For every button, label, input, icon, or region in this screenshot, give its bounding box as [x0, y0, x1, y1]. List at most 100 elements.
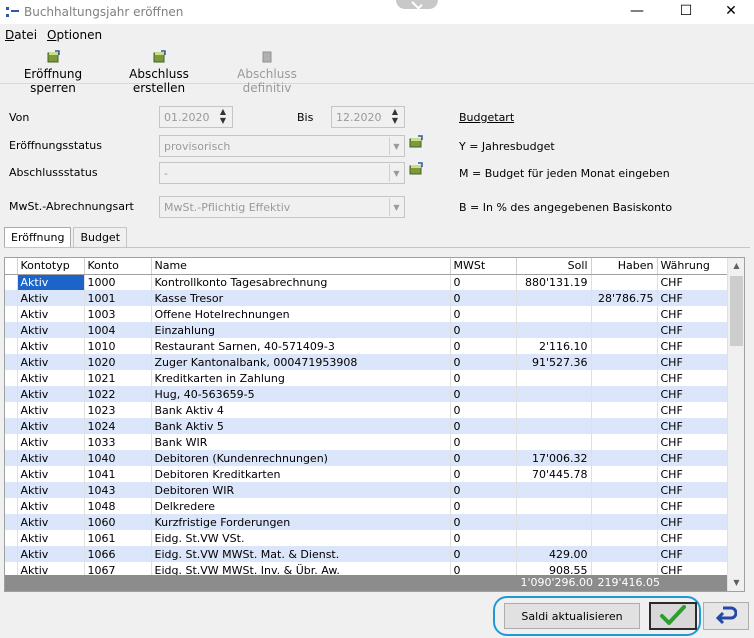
cell-kontotyp[interactable]: Aktiv: [17, 514, 85, 530]
table-row[interactable]: Aktiv 1001 Kasse Tresor 0 28'786.75 CHF: [5, 290, 728, 306]
cell-haben[interactable]: [591, 354, 658, 370]
final-closing-button[interactable]: Abschluss definitiv: [215, 48, 319, 95]
cell-mwst[interactable]: 0: [450, 386, 517, 402]
cell-konto[interactable]: 1033: [84, 434, 152, 450]
table-row[interactable]: Aktiv 1000 Kontrollkonto Tagesabrechnung 0 8…: [5, 274, 728, 290]
cell-konto[interactable]: 1020: [84, 354, 152, 370]
cell-konto[interactable]: 1066: [84, 546, 152, 562]
table-row[interactable]: Aktiv 1060 Kurzfristige Forderungen 0 CHF: [5, 514, 728, 530]
column-header-haben[interactable]: Haben: [591, 258, 658, 275]
cell-haben[interactable]: [591, 306, 658, 322]
cell-mwst[interactable]: 0: [450, 370, 517, 386]
eroeffnungsstatus-select[interactable]: provisorisch ▼: [159, 135, 405, 157]
cell-kontotyp[interactable]: Aktiv: [17, 322, 85, 338]
cell-haben[interactable]: [591, 498, 658, 514]
cell-soll[interactable]: 2'116.10: [516, 338, 592, 354]
book-arrow-icon[interactable]: [408, 135, 424, 149]
cell-kontotyp[interactable]: Aktiv: [17, 402, 85, 418]
cell-soll[interactable]: [516, 386, 592, 402]
cell-kontotyp[interactable]: Aktiv: [17, 386, 85, 402]
cell-mwst[interactable]: 0: [450, 482, 517, 498]
menu-datei[interactable]: Datei: [0, 26, 42, 44]
cell-mwst[interactable]: 0: [450, 290, 517, 306]
cell-waehrung[interactable]: CHF: [657, 450, 728, 466]
cell-kontotyp[interactable]: Aktiv: [17, 354, 85, 370]
cell-konto[interactable]: 1022: [84, 386, 152, 402]
vertical-scrollbar[interactable]: ▲ ▼: [727, 258, 744, 591]
cell-waehrung[interactable]: CHF: [657, 530, 728, 546]
cell-kontotyp[interactable]: Aktiv: [17, 434, 85, 450]
cell-name[interactable]: Debitoren WIR: [151, 482, 451, 498]
cell-waehrung[interactable]: CHF: [657, 498, 728, 514]
cell-konto[interactable]: 1001: [84, 290, 152, 306]
cell-soll[interactable]: 429.00: [516, 546, 592, 562]
cell-haben[interactable]: [591, 530, 658, 546]
cell-soll[interactable]: 17'006.32: [516, 450, 592, 466]
cell-waehrung[interactable]: CHF: [657, 290, 728, 306]
cell-konto[interactable]: 1004: [84, 322, 152, 338]
cell-soll[interactable]: [516, 402, 592, 418]
mwst-art-select[interactable]: MwSt.-Pflichtig Effektiv ▼: [159, 196, 405, 218]
scroll-thumb[interactable]: [730, 276, 743, 346]
cell-mwst[interactable]: 0: [450, 498, 517, 514]
table-row[interactable]: Aktiv 1023 Bank Aktiv 4 0 CHF: [5, 402, 728, 418]
collapse-tab-icon[interactable]: [396, 0, 438, 9]
cell-haben[interactable]: [591, 370, 658, 386]
cell-kontotyp[interactable]: Aktiv: [17, 274, 85, 290]
cell-mwst[interactable]: 0: [450, 354, 517, 370]
cell-name[interactable]: Bank Aktiv 4: [151, 402, 451, 418]
cell-haben[interactable]: [591, 322, 658, 338]
close-button[interactable]: ✕: [708, 0, 754, 22]
table-row[interactable]: Aktiv 1066 Eidg. St.VW MWSt. Mat. & Dienst…: [5, 546, 728, 562]
cell-waehrung[interactable]: CHF: [657, 434, 728, 450]
cell-soll[interactable]: 880'131.19: [516, 274, 592, 290]
table-row[interactable]: Aktiv 1033 Bank WIR 0 CHF: [5, 434, 728, 450]
table-row[interactable]: Aktiv 1021 Kreditkarten in Zahlung 0 CHF: [5, 370, 728, 386]
cell-mwst[interactable]: 0: [450, 450, 517, 466]
cell-haben[interactable]: [591, 402, 658, 418]
lock-opening-button[interactable]: Eröffnung sperren: [4, 48, 102, 95]
accounts-grid[interactable]: Kontotyp Konto Name MWSt Soll Haben Währ…: [4, 257, 745, 592]
table-row[interactable]: Aktiv 1010 Restaurant Sarnen, 40-571409-3 0…: [5, 338, 728, 354]
cell-soll[interactable]: [516, 498, 592, 514]
cell-mwst[interactable]: 0: [450, 338, 517, 354]
cell-soll[interactable]: [516, 322, 592, 338]
cell-waehrung[interactable]: CHF: [657, 274, 728, 290]
table-row[interactable]: Aktiv 1024 Bank Aktiv 5 0 CHF: [5, 418, 728, 434]
cell-haben[interactable]: [591, 338, 658, 354]
cell-name[interactable]: Kasse Tresor: [151, 290, 451, 306]
cell-name[interactable]: Bank WIR: [151, 434, 451, 450]
cell-name[interactable]: Eidg. St.VW VSt.: [151, 530, 451, 546]
cell-mwst[interactable]: 0: [450, 466, 517, 482]
cell-waehrung[interactable]: CHF: [657, 306, 728, 322]
cell-waehrung[interactable]: CHF: [657, 322, 728, 338]
cell-mwst[interactable]: 0: [450, 418, 517, 434]
cell-name[interactable]: Zuger Kantonalbank, 000471953908: [151, 354, 451, 370]
cell-kontotyp[interactable]: Aktiv: [17, 338, 85, 354]
cell-name[interactable]: Hug, 40-563659-5: [151, 386, 451, 402]
table-row[interactable]: Aktiv 1048 Delkredere 0 CHF: [5, 498, 728, 514]
cell-kontotyp[interactable]: Aktiv: [17, 450, 85, 466]
table-row[interactable]: Aktiv 1022 Hug, 40-563659-5 0 CHF: [5, 386, 728, 402]
minimize-button[interactable]: —: [614, 0, 660, 22]
cell-konto[interactable]: 1048: [84, 498, 152, 514]
cell-waehrung[interactable]: CHF: [657, 402, 728, 418]
cell-konto[interactable]: 1023: [84, 402, 152, 418]
cell-kontotyp[interactable]: Aktiv: [17, 418, 85, 434]
maximize-button[interactable]: ☐: [663, 0, 709, 22]
cell-mwst[interactable]: 0: [450, 402, 517, 418]
von-spinner[interactable]: ▲ ▼: [216, 107, 230, 129]
cell-konto[interactable]: 1041: [84, 466, 152, 482]
cell-mwst[interactable]: 0: [450, 514, 517, 530]
cell-mwst[interactable]: 0: [450, 434, 517, 450]
cell-waehrung[interactable]: CHF: [657, 386, 728, 402]
tab-eroeffnung[interactable]: Eröffnung: [4, 227, 72, 247]
cell-haben[interactable]: [591, 434, 658, 450]
cell-name[interactable]: Kontrollkonto Tagesabrechnung: [151, 274, 451, 290]
cell-waehrung[interactable]: CHF: [657, 546, 728, 562]
cell-haben[interactable]: [591, 418, 658, 434]
cell-name[interactable]: Eidg. St.VW MWSt. Mat. & Dienst.: [151, 546, 451, 562]
cell-haben[interactable]: [591, 274, 658, 290]
cell-mwst[interactable]: 0: [450, 322, 517, 338]
column-header-soll[interactable]: Soll: [516, 258, 592, 275]
